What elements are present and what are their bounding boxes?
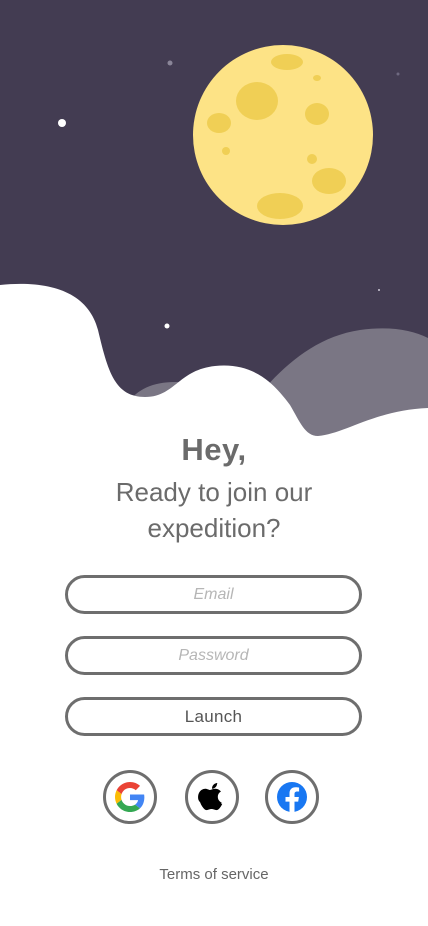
night-sky-scene [0,0,428,440]
subtitle-line: Ready to join our [115,477,313,507]
facebook-icon [277,782,307,813]
star-icon [164,323,170,329]
subtitle-line: expedition? [147,513,281,543]
greeting-title: Hey, [181,432,247,467]
facebook-sign-in-button[interactable] [265,770,319,824]
apple-sign-in-button[interactable] [185,770,239,824]
moon-icon [193,45,373,225]
password-input[interactable] [65,636,362,675]
subtitle: Ready to join our expedition? [0,474,428,546]
star-icon [378,289,380,291]
night-sky-illustration [0,0,428,440]
login-screen: Hey, Ready to join our expedition? Launc… [0,0,428,926]
star-icon [167,60,173,66]
terms-of-service-link[interactable]: Terms of service [0,866,428,883]
email-input[interactable] [65,575,362,614]
star-icon [396,72,400,76]
star-icon [58,119,66,127]
launch-button[interactable]: Launch [65,697,362,736]
google-sign-in-button[interactable] [103,770,157,824]
google-icon [115,782,145,812]
apple-icon [198,783,223,811]
